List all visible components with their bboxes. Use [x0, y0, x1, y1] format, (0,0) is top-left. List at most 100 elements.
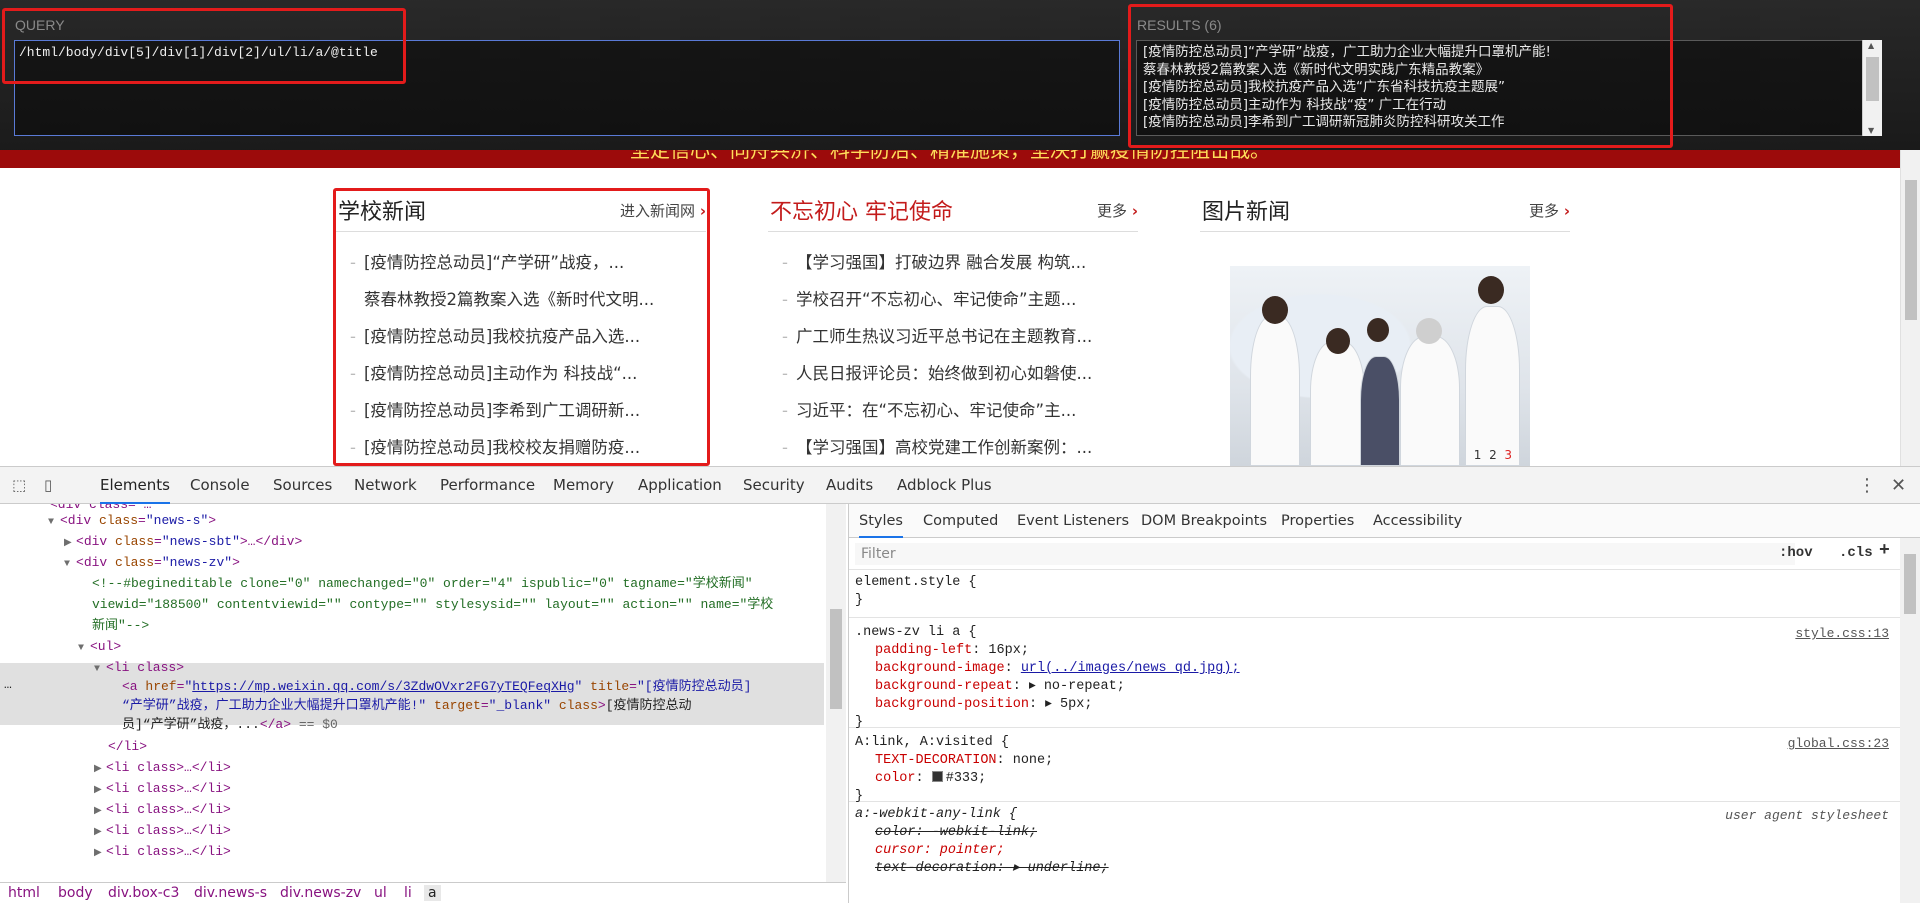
rule-selector[interactable]: A:link, A:visited {: [849, 734, 1901, 752]
dom-node[interactable]: </li>: [108, 736, 147, 757]
tab-dom-breakpoints[interactable]: DOM Breakpoints: [1141, 504, 1267, 538]
breadcrumb-item-current[interactable]: a: [424, 885, 441, 901]
css-property[interactable]: background-repeat: ▸ no-repeat;: [849, 678, 1901, 696]
add-rule-icon[interactable]: +: [1879, 541, 1890, 561]
rule-selector[interactable]: .news-zv li a {: [849, 624, 1901, 642]
styles-scrollbar[interactable]: [1900, 538, 1920, 903]
caret-right-icon[interactable]: ▶: [64, 533, 76, 554]
picture-news-more-link[interactable]: 更多 ›: [1529, 200, 1570, 221]
tab-application[interactable]: Application: [638, 467, 722, 504]
caret-down-icon[interactable]: ▼: [64, 554, 76, 575]
color-swatch[interactable]: [931, 771, 943, 782]
rule-selector[interactable]: element.style {: [849, 574, 1901, 592]
css-property[interactable]: padding-left: 16px;: [849, 642, 1901, 660]
cls-toggle[interactable]: .cls: [1839, 545, 1873, 561]
breadcrumb-item[interactable]: body: [58, 885, 93, 901]
tab-computed[interactable]: Computed: [923, 504, 998, 538]
ellipsis-icon[interactable]: …: [4, 674, 12, 695]
caret-down-icon[interactable]: ▼: [94, 659, 106, 680]
dom-node[interactable]: ▼ <div class="news-s">: [48, 510, 216, 531]
tab-elements[interactable]: Elements: [100, 467, 170, 504]
dom-node[interactable]: ▼ <ul>: [78, 636, 121, 657]
list-item[interactable]: - 学校召开“不忘初心、牢记使命”主题...: [768, 281, 1138, 318]
mission-news-more-link[interactable]: 更多 ›: [1097, 200, 1138, 221]
caret-right-icon[interactable]: ▶: [94, 780, 106, 801]
css-property[interactable]: color: -webkit-link;: [849, 824, 1901, 842]
list-item[interactable]: - 【学习强国】打破边界 融合发展 构筑...: [768, 244, 1138, 281]
dom-node[interactable]: ▼ <div class="news-zv">: [64, 552, 240, 573]
scroll-thumb[interactable]: [1905, 180, 1917, 320]
elements-scrollbar[interactable]: [826, 504, 846, 882]
results-scrollbar[interactable]: ▲ ▼: [1862, 40, 1882, 136]
scroll-thumb[interactable]: [830, 609, 842, 709]
close-icon[interactable]: ✕: [1891, 475, 1906, 496]
css-property[interactable]: cursor: pointer;: [849, 842, 1901, 860]
list-item[interactable]: - [疫情防控总动员]李希到广工调研新...: [336, 392, 706, 429]
dom-node[interactable]: ▶ <li class>…</li>: [94, 820, 231, 841]
kebab-menu-icon[interactable]: ⋮: [1858, 475, 1876, 496]
selected-anchor-node-cont[interactable]: 员]“产学研”战疫，...</a> == $0: [122, 714, 338, 735]
css-property[interactable]: background-position: ▸ 5px;: [849, 696, 1901, 714]
css-property[interactable]: background-image: url(../images/news_qd.…: [849, 660, 1901, 678]
tab-security[interactable]: Security: [743, 467, 805, 504]
tab-adblock-plus[interactable]: Adblock Plus: [897, 467, 992, 504]
css-property[interactable]: text-decoration: ▸ underline;: [849, 860, 1901, 878]
tab-audits[interactable]: Audits: [826, 467, 873, 504]
hov-toggle[interactable]: :hov: [1779, 545, 1813, 561]
query-input[interactable]: /html/body/div[5]/div[1]/div[2]/ul/li/a/…: [14, 40, 1120, 136]
pager-2[interactable]: 2: [1489, 448, 1497, 462]
list-item[interactable]: - 广工师生热议习近平总书记在主题教育...: [768, 318, 1138, 355]
tab-styles[interactable]: Styles: [859, 504, 903, 538]
device-toggle-icon[interactable]: ▯: [44, 476, 62, 494]
tab-event-listeners[interactable]: Event Listeners: [1017, 504, 1129, 538]
school-news-more-link[interactable]: 进入新闻网 ›: [620, 200, 706, 221]
list-item[interactable]: 蔡春林教授2篇教案入选《新时代文明...: [336, 281, 706, 318]
scroll-down-icon[interactable]: ▼: [1868, 126, 1874, 135]
dom-comment[interactable]: <!--#begineditable clone="0" namechanged…: [92, 573, 753, 594]
list-item[interactable]: - [疫情防控总动员]主动作为 科技战“...: [336, 355, 706, 392]
dom-node[interactable]: ▼ <li class>: [94, 657, 184, 678]
css-property[interactable]: color: #333;: [849, 770, 1901, 788]
pager-3[interactable]: 3: [1504, 448, 1512, 462]
scroll-thumb[interactable]: [1904, 554, 1916, 614]
selected-anchor-node[interactable]: <a href="https://mp.weixin.qq.com/s/3Zdw…: [122, 676, 751, 697]
breadcrumb-item[interactable]: div.box-c3: [108, 885, 179, 901]
dom-comment[interactable]: 新闻"-->: [92, 615, 149, 636]
tab-memory[interactable]: Memory: [553, 467, 614, 504]
caret-right-icon[interactable]: ▶: [94, 801, 106, 822]
selected-anchor-node-cont[interactable]: “产学研”战疫，广工助力企业大幅提升口罩机产能!" target="_blank…: [122, 695, 692, 716]
dom-node[interactable]: ▶ <div class="news-sbt">…</div>: [64, 531, 302, 552]
list-item[interactable]: - 人民日报评论员：始终做到初心如磐使...: [768, 355, 1138, 392]
breadcrumb-item[interactable]: div.news-zv: [280, 885, 361, 901]
list-item[interactable]: - [疫情防控总动员]“产学研”战疫，...: [336, 244, 706, 281]
scroll-up-icon[interactable]: ▲: [1868, 41, 1874, 50]
tab-console[interactable]: Console: [190, 467, 250, 504]
rule-source-link[interactable]: global.css:23: [1788, 736, 1889, 751]
dom-node[interactable]: ▶ <li class>…</li>: [94, 841, 231, 862]
page-scrollbar[interactable]: [1900, 150, 1920, 466]
dom-node[interactable]: ▶ <li class>…</li>: [94, 757, 231, 778]
pager-1[interactable]: 1: [1474, 448, 1482, 462]
dom-node[interactable]: ▶ <li class>…</li>: [94, 799, 231, 820]
scroll-thumb[interactable]: [1866, 57, 1879, 101]
rule-source-link[interactable]: style.css:13: [1795, 626, 1889, 641]
css-property[interactable]: TEXT-DECORATION: none;: [849, 752, 1901, 770]
caret-down-icon[interactable]: ▼: [48, 512, 60, 533]
styles-filter-input[interactable]: [855, 543, 1795, 565]
breadcrumb-item[interactable]: ul: [374, 885, 387, 901]
tab-performance[interactable]: Performance: [440, 467, 535, 504]
dom-node[interactable]: ▶ <li class>…</li>: [94, 778, 231, 799]
tab-network[interactable]: Network: [354, 467, 417, 504]
breadcrumb-item[interactable]: html: [8, 885, 40, 901]
dom-comment[interactable]: viewid="188500" contentviewid="" contype…: [92, 594, 773, 615]
tab-accessibility[interactable]: Accessibility: [1373, 504, 1462, 538]
inspect-icon[interactable]: ⬚: [12, 476, 30, 494]
list-item[interactable]: - [疫情防控总动员]我校抗疫产品入选...: [336, 318, 706, 355]
breadcrumb-item[interactable]: div.news-s: [194, 885, 267, 901]
caret-right-icon[interactable]: ▶: [94, 822, 106, 843]
tab-properties[interactable]: Properties: [1281, 504, 1354, 538]
caret-down-icon[interactable]: ▼: [78, 638, 90, 659]
caret-right-icon[interactable]: ▶: [94, 759, 106, 780]
caret-right-icon[interactable]: ▶: [94, 843, 106, 864]
breadcrumb-item[interactable]: li: [404, 885, 412, 901]
